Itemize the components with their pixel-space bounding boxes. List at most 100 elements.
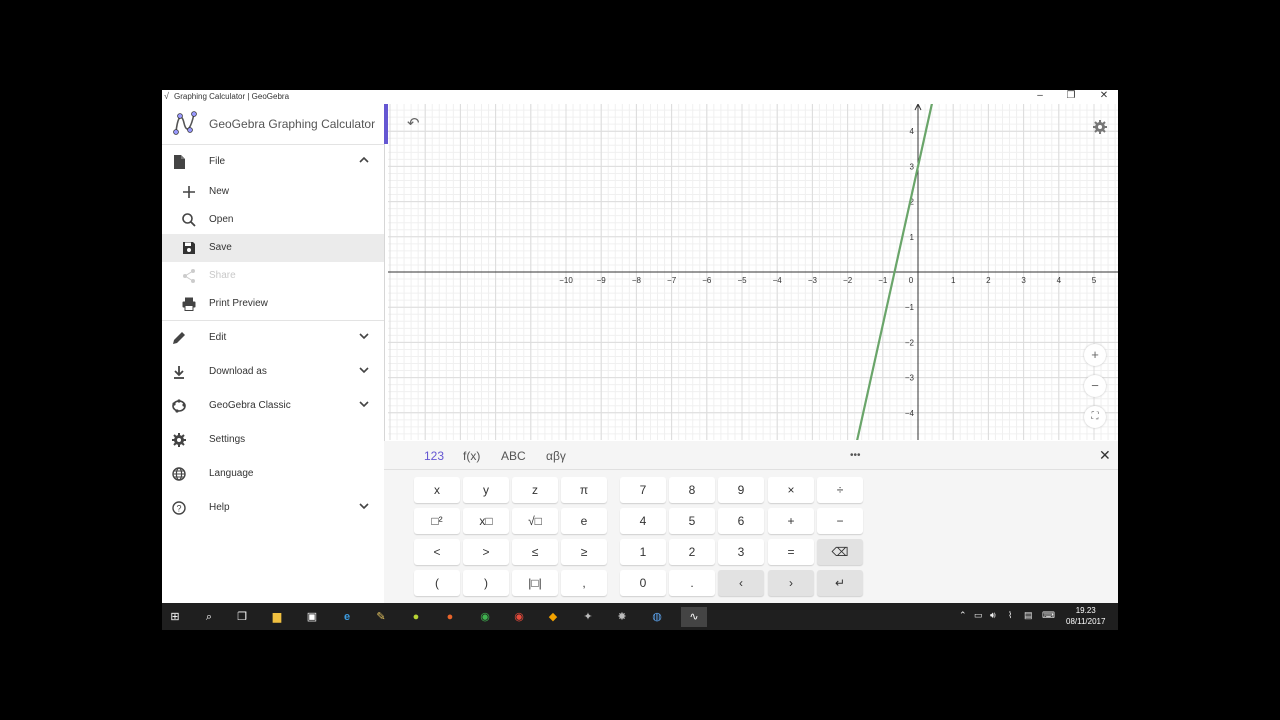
firefox-icon[interactable]: ● — [440, 607, 460, 627]
close-window-button[interactable]: ✕ — [1094, 90, 1114, 101]
fullscreen-button[interactable]: ⛶ — [1084, 406, 1106, 428]
menu-item-save[interactable]: Save — [162, 234, 384, 262]
menu-geogebra-classic[interactable]: GeoGebra Classic — [162, 392, 384, 420]
more-options-icon[interactable]: ••• — [850, 450, 861, 461]
search-icon[interactable]: ⌕ — [199, 607, 219, 627]
chevron-down-icon — [359, 401, 369, 408]
key-2-3[interactable]: ≥ — [561, 539, 607, 565]
close-keyboard-icon[interactable]: ✕ — [1099, 447, 1111, 464]
volume-icon[interactable]: 🔊︎ — [990, 610, 996, 621]
app-pin-icon[interactable]: ✸ — [612, 607, 632, 627]
key-3-7[interactable]: › — [768, 570, 814, 596]
edge-browser-icon[interactable]: e — [337, 607, 357, 627]
menu-classic-label: GeoGebra Classic — [209, 400, 291, 411]
menu-item-open-label: Open — [209, 214, 234, 225]
undo-button[interactable]: ↶ — [407, 114, 420, 132]
app-pin-icon[interactable]: ✎ — [371, 607, 391, 627]
clock[interactable]: 19.23 08/11/2017 — [1066, 605, 1105, 627]
app-pin-icon[interactable]: ✦ — [578, 607, 598, 627]
graph-settings-gear-icon[interactable] — [1092, 119, 1108, 135]
tray-chevron-icon[interactable]: ⌃ — [959, 610, 967, 621]
battery-icon[interactable]: ▭ — [974, 610, 983, 621]
x-tick-label: 0 — [909, 276, 914, 285]
chrome-icon[interactable]: ◉ — [509, 607, 529, 627]
key-0-3[interactable]: π — [561, 477, 607, 503]
graph-canvas[interactable]: −10−9−8−7−6−5−4−3−2−10123456789104321−1−… — [388, 104, 1118, 440]
key-2-5[interactable]: 2 — [669, 539, 715, 565]
key-3-3[interactable]: , — [561, 570, 607, 596]
key-1-0[interactable]: □² — [414, 508, 460, 534]
key-0-5[interactable]: 8 — [669, 477, 715, 503]
key-0-4[interactable]: 7 — [620, 477, 666, 503]
key-3-0[interactable]: ( — [414, 570, 460, 596]
key-2-7[interactable]: = — [768, 539, 814, 565]
task-view-icon[interactable]: ❐ — [232, 607, 252, 627]
menu-item-share-label: Share — [209, 270, 236, 281]
app-pin-icon[interactable]: ● — [406, 607, 426, 627]
file-explorer-icon[interactable]: ▆ — [267, 607, 287, 627]
minimize-button[interactable]: – — [1030, 90, 1050, 101]
key-0-7[interactable]: × — [768, 477, 814, 503]
menu-item-save-label: Save — [209, 242, 232, 253]
key-1-6[interactable]: 6 — [718, 508, 764, 534]
zoom-out-button[interactable]: − — [1084, 375, 1106, 397]
menu-edit[interactable]: Edit — [162, 324, 384, 352]
menu-item-new[interactable]: New — [162, 178, 384, 206]
chrome-like-icon[interactable]: ◉ — [475, 607, 495, 627]
menu-file[interactable]: File — [162, 148, 384, 176]
key-2-8[interactable]: ⌫ — [817, 539, 863, 565]
menu-help[interactable]: ? Help — [162, 494, 384, 522]
key-3-8[interactable]: ↵ — [817, 570, 863, 596]
key-0-8[interactable]: ÷ — [817, 477, 863, 503]
key-1-5[interactable]: 5 — [669, 508, 715, 534]
key-0-1[interactable]: y — [463, 477, 509, 503]
menu-language[interactable]: Language — [162, 460, 384, 488]
key-2-4[interactable]: 1 — [620, 539, 666, 565]
x-tick-label: 2 — [986, 276, 991, 285]
key-0-6[interactable]: 9 — [718, 477, 764, 503]
keyboard-layout-icon[interactable]: ⌨ — [1042, 610, 1055, 621]
key-1-8[interactable]: − — [817, 508, 863, 534]
key-2-0[interactable]: < — [414, 539, 460, 565]
start-button[interactable]: ⊞ — [165, 607, 185, 627]
key-1-2[interactable]: √□ — [512, 508, 558, 534]
menu-item-print-preview[interactable]: Print Preview — [162, 290, 384, 318]
key-1-1[interactable]: x□ — [463, 508, 509, 534]
plus-icon — [183, 186, 195, 198]
key-1-7[interactable]: + — [768, 508, 814, 534]
notification-icon[interactable]: ▤ — [1024, 610, 1033, 621]
key-1-4[interactable]: 4 — [620, 508, 666, 534]
store-icon[interactable]: ▣ — [302, 607, 322, 627]
app-pin-icon[interactable]: ◍ — [647, 607, 667, 627]
y-tick-label: −1 — [905, 303, 915, 312]
window-title: Graphing Calculator | GeoGebra — [174, 92, 290, 101]
key-0-2[interactable]: z — [512, 477, 558, 503]
tab-greek[interactable]: αβγ — [546, 449, 566, 463]
tab-functions[interactable]: f(x) — [463, 449, 480, 463]
menu-settings[interactable]: Settings — [162, 426, 384, 454]
tab-abc[interactable]: ABC — [501, 449, 526, 463]
graphics-view[interactable]: −10−9−8−7−6−5−4−3−2−10123456789104321−1−… — [388, 104, 1118, 440]
restore-button[interactable]: ❐ — [1061, 90, 1081, 101]
key-3-1[interactable]: ) — [463, 570, 509, 596]
key-3-4[interactable]: 0 — [620, 570, 666, 596]
key-0-0[interactable]: x — [414, 477, 460, 503]
key-3-6[interactable]: ‹ — [718, 570, 764, 596]
search-icon — [182, 213, 196, 227]
x-tick-label: −8 — [632, 276, 642, 285]
key-3-5[interactable]: . — [669, 570, 715, 596]
wifi-icon[interactable]: ⌇ — [1008, 610, 1012, 621]
menu-download-as[interactable]: Download as — [162, 358, 384, 386]
menu-item-open[interactable]: Open — [162, 206, 384, 234]
key-2-1[interactable]: > — [463, 539, 509, 565]
zoom-in-button[interactable]: + — [1084, 344, 1106, 366]
key-2-2[interactable]: ≤ — [512, 539, 558, 565]
key-3-2[interactable]: |□| — [512, 570, 558, 596]
y-tick-label: 3 — [910, 162, 915, 171]
tab-123[interactable]: 123 — [424, 449, 444, 463]
key-2-6[interactable]: 3 — [718, 539, 764, 565]
key-1-3[interactable]: e — [561, 508, 607, 534]
x-tick-label: 1 — [951, 276, 956, 285]
geogebra-taskbar-icon[interactable]: ∿ — [681, 607, 707, 627]
app-pin-icon[interactable]: ◆ — [543, 607, 563, 627]
